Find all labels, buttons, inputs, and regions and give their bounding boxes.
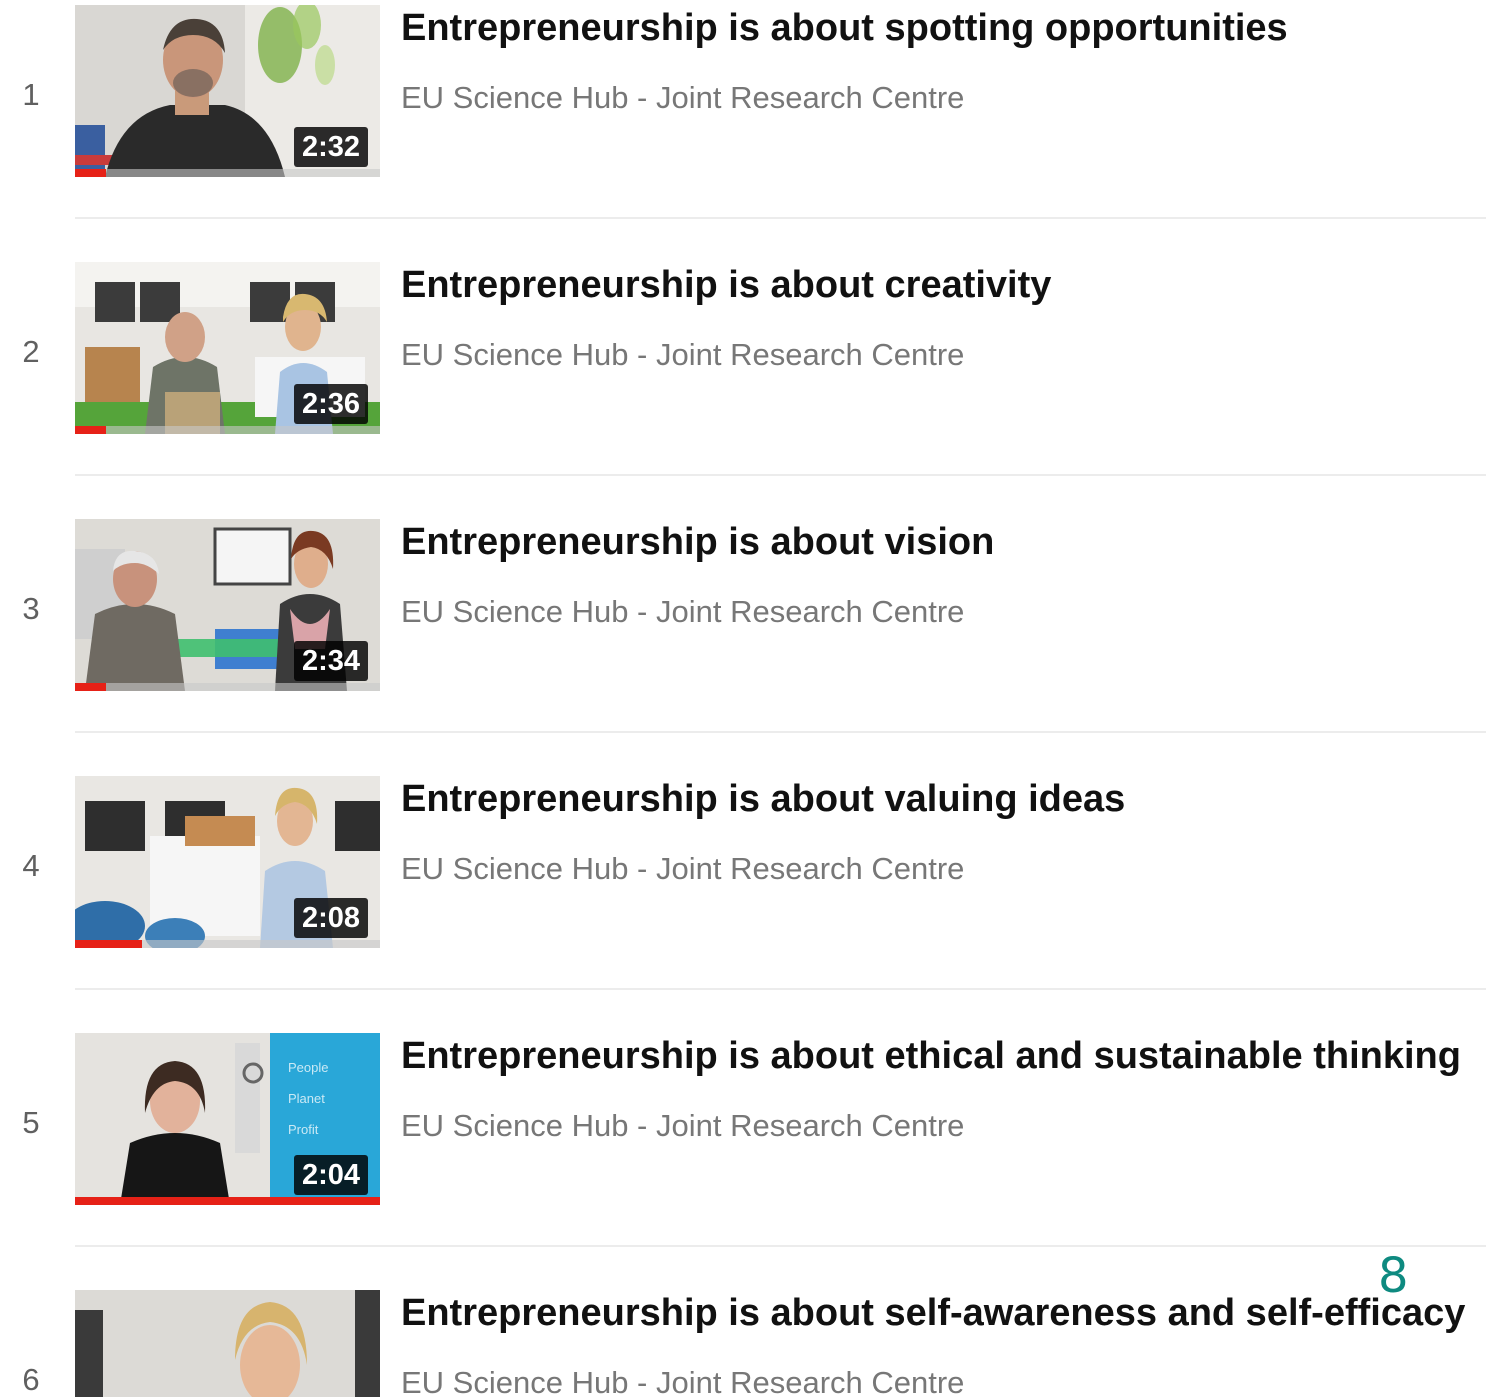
duration-badge: 2:34 (293, 641, 368, 681)
thumbnail-image (75, 1290, 380, 1397)
video-title[interactable]: Entrepreneurship is about vision (401, 520, 1481, 564)
duration-badge: 2:36 (293, 384, 368, 424)
channel-name[interactable]: EU Science Hub - Joint Research Centre (401, 594, 964, 630)
video-title[interactable]: Entrepreneurship is about ethical and su… (401, 1034, 1481, 1078)
channel-name[interactable]: EU Science Hub - Joint Research Centre (401, 1365, 964, 1397)
video-title[interactable]: Entrepreneurship is about spotting oppor… (401, 6, 1481, 50)
video-thumbnail[interactable]: People Planet Profit 2:04 (75, 1033, 380, 1205)
playlist-item[interactable]: 3 2:34 Entrepreneurship is about vision (0, 514, 1486, 771)
playlist-item[interactable]: 1 2:32 Entrepreneurship is about spottin… (0, 0, 1486, 257)
video-title[interactable]: Entrepreneurship is about creativity (401, 263, 1481, 307)
video-title[interactable]: Entrepreneurship is about valuing ideas (401, 777, 1481, 821)
playlist-item[interactable]: 6 Entrepreneurship is about self-awarene… (0, 1285, 1486, 1397)
item-index: 6 (22, 1362, 40, 1397)
thumbnail-overlay-line: Planet (288, 1091, 325, 1106)
divider (75, 1245, 1486, 1247)
thumbnail-overlay-line: Profit (288, 1122, 319, 1137)
channel-name[interactable]: EU Science Hub - Joint Research Centre (401, 337, 964, 373)
progress-track (75, 169, 380, 177)
page-number: 8 (1378, 1248, 1409, 1304)
item-index: 4 (22, 848, 40, 883)
watched-progress (75, 426, 106, 434)
video-thumbnail[interactable]: 2:36 (75, 262, 380, 434)
item-index: 2 (22, 334, 40, 369)
video-thumbnail[interactable]: 2:08 (75, 776, 380, 948)
divider (75, 217, 1486, 219)
channel-name[interactable]: EU Science Hub - Joint Research Centre (401, 851, 964, 887)
playlist-item[interactable]: 5 People Planet Profit 2:04 Entrepreneur… (0, 1028, 1486, 1285)
thumbnail-overlay-line: People (288, 1060, 329, 1075)
duration-badge: 2:32 (293, 127, 368, 167)
video-thumbnail[interactable]: 2:34 (75, 519, 380, 691)
divider (75, 474, 1486, 476)
divider (75, 988, 1486, 990)
progress-track (75, 683, 380, 691)
playlist-item[interactable]: 4 2:08 Entrepreneurship is about valuing… (0, 771, 1486, 1028)
video-thumbnail[interactable] (75, 1290, 380, 1397)
watched-progress (75, 169, 106, 177)
channel-name[interactable]: EU Science Hub - Joint Research Centre (401, 1108, 964, 1144)
divider (75, 731, 1486, 733)
item-index: 3 (22, 591, 40, 626)
item-index: 5 (22, 1105, 40, 1140)
watched-progress (75, 1197, 380, 1205)
channel-name[interactable]: EU Science Hub - Joint Research Centre (401, 80, 964, 116)
playlist-item[interactable]: 2 2:36 Entrepreneurship is about creativ… (0, 257, 1486, 514)
progress-track (75, 426, 380, 434)
item-index: 1 (22, 77, 40, 112)
watched-progress (75, 683, 106, 691)
video-title[interactable]: Entrepreneurship is about self-awareness… (401, 1291, 1481, 1335)
duration-badge: 2:08 (293, 898, 368, 938)
playlist: 1 2:32 Entrepreneurship is about spottin… (0, 0, 1486, 1397)
watched-progress (75, 940, 142, 948)
duration-badge: 2:04 (293, 1155, 368, 1195)
video-thumbnail[interactable]: 2:32 (75, 5, 380, 177)
